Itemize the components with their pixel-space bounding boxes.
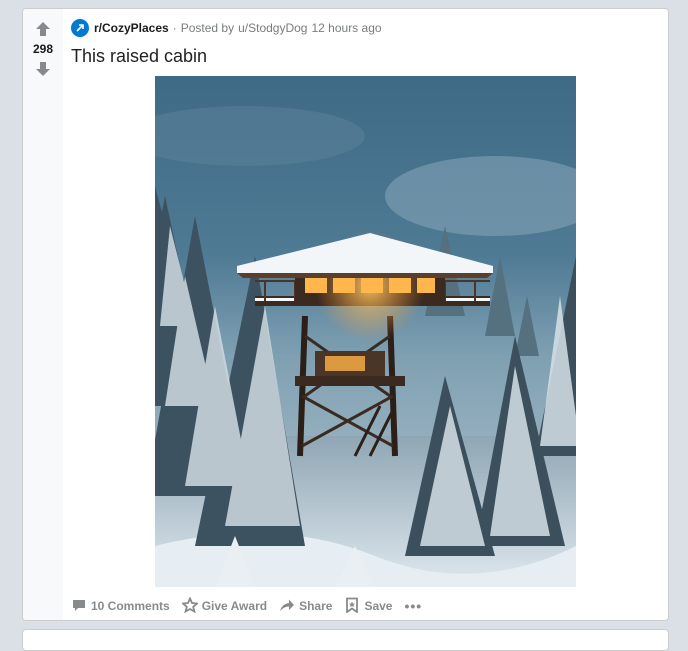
give-award-label: Give Award — [201, 599, 268, 613]
comment-icon — [71, 597, 91, 616]
post-meta: r/CozyPlaces · Posted by u/StodgyDog 12 … — [71, 18, 382, 38]
more-icon[interactable]: ••• — [404, 598, 422, 614]
author-link[interactable]: u/StodgyDog — [238, 21, 307, 35]
post-actions: 10 Comments Give Award Share Save ••• — [71, 595, 422, 616]
share-label: Share — [299, 599, 333, 613]
vote-column: 298 — [23, 9, 63, 620]
post-card[interactable]: 298 r/CozyPlaces · Posted by u/StodgyDog… — [22, 8, 669, 621]
upvote-icon[interactable] — [34, 20, 52, 38]
post-title[interactable]: This raised cabin — [71, 46, 207, 67]
award-icon — [180, 595, 202, 616]
comments-button[interactable]: 10 Comments — [71, 597, 170, 616]
share-icon — [279, 597, 299, 616]
give-award-button[interactable]: Give Award — [180, 595, 268, 616]
comments-label: 10 Comments — [91, 599, 170, 613]
bookmark-icon — [344, 597, 364, 616]
post-timestamp[interactable]: 12 hours ago — [311, 21, 381, 35]
post-image[interactable] — [155, 76, 576, 587]
subreddit-icon[interactable] — [71, 19, 89, 37]
post-content: r/CozyPlaces · Posted by u/StodgyDog 12 … — [71, 9, 668, 620]
posted-by-label: Posted by — [180, 21, 235, 35]
vote-score: 298 — [32, 42, 54, 56]
meta-separator: · — [172, 21, 177, 35]
next-post-card[interactable] — [22, 629, 669, 651]
save-button[interactable]: Save — [344, 597, 392, 616]
share-button[interactable]: Share — [279, 597, 332, 616]
downvote-icon[interactable] — [34, 60, 52, 78]
subreddit-link[interactable]: r/CozyPlaces — [94, 21, 169, 35]
save-label: Save — [364, 599, 393, 613]
